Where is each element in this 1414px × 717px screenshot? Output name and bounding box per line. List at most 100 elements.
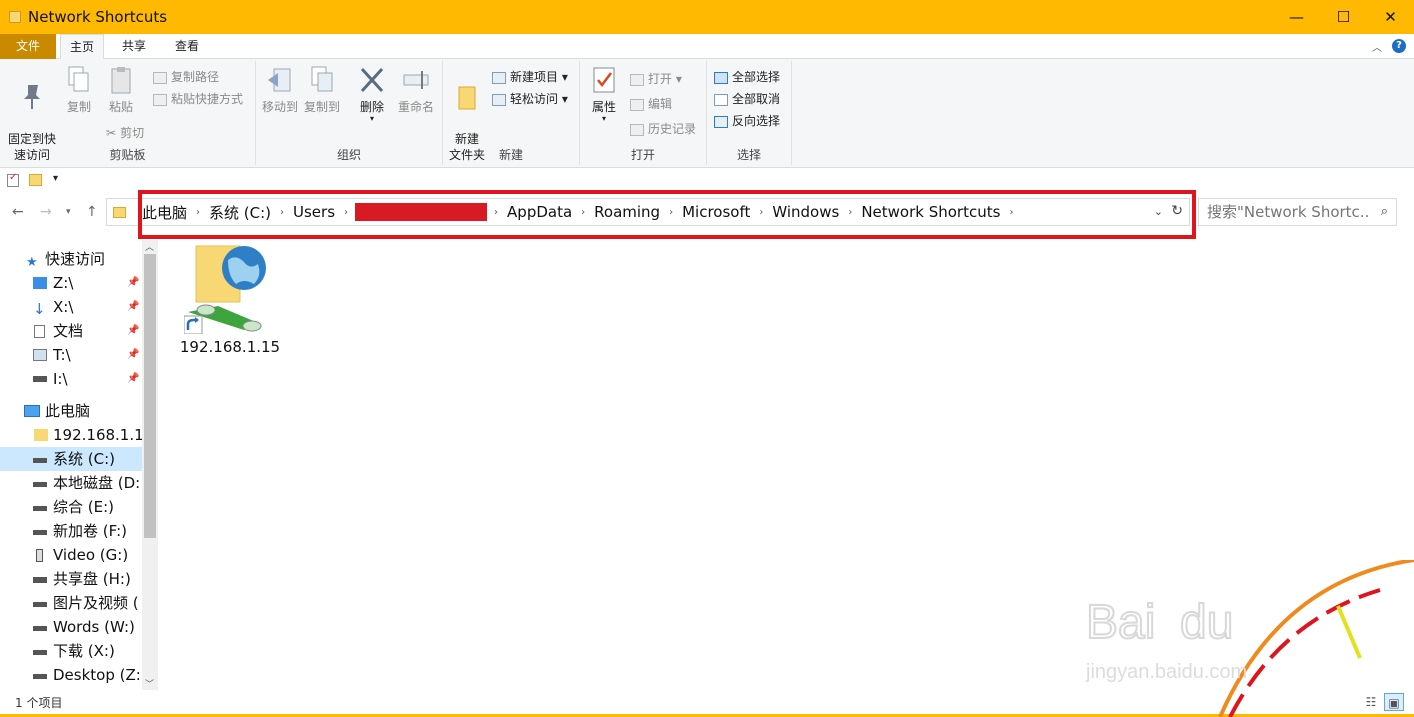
minimize-button[interactable]: —	[1273, 0, 1320, 34]
search-input[interactable]	[1199, 203, 1369, 221]
help-icon[interactable]: ?	[1392, 39, 1406, 53]
pin-icon[interactable]: 📌	[127, 295, 139, 319]
select-none-button[interactable]: 全部取消	[714, 89, 780, 109]
nav-pc-item[interactable]: 下载 (X:)	[0, 639, 142, 663]
copy-path-label: 复制路径	[171, 70, 220, 84]
copy-path-icon	[153, 71, 167, 84]
nav-scrollbar[interactable]: ︿ ﹀	[142, 240, 158, 690]
copy-to-button[interactable]: 复制到	[302, 65, 342, 115]
crumb-microsoft[interactable]: Microsoft	[680, 203, 752, 221]
nav-pc-item[interactable]: 本地磁盘 (D:	[0, 471, 142, 495]
refresh-icon[interactable]: ↻	[1171, 203, 1183, 219]
crumb-redacted-username[interactable]	[355, 203, 488, 221]
up-arrow-icon[interactable]: ↑	[86, 204, 98, 220]
easy-access-button[interactable]: 轻松访问 ▾	[492, 89, 568, 109]
network-shortcut-icon	[184, 242, 270, 334]
delete-button[interactable]: 删除 ▾	[354, 65, 390, 123]
nav-pc-item[interactable]: Words (W:)	[0, 615, 142, 639]
paste-shortcut-button[interactable]: 粘贴快捷方式	[153, 89, 243, 109]
pin-icon[interactable]: 📌	[127, 319, 139, 343]
close-button[interactable]: ✕	[1367, 0, 1414, 34]
back-arrow-icon[interactable]: ←	[12, 204, 24, 220]
search-icon[interactable]: ⌕	[1381, 204, 1388, 219]
properties-qat-icon[interactable]	[7, 172, 19, 187]
customize-qat-dropdown-icon[interactable]: ▾	[53, 173, 58, 184]
nav-pc-item[interactable]: 新加卷 (F:)	[0, 519, 142, 543]
chevron-right-icon[interactable]: ›	[669, 207, 673, 218]
chevron-right-icon[interactable]: ›	[196, 207, 200, 218]
list-item[interactable]: 192.168.1.15	[178, 242, 282, 356]
nav-pc-item-selected[interactable]: 系统 (C:)	[0, 447, 142, 471]
recent-locations-dropdown-icon[interactable]: ▾	[66, 207, 71, 217]
properties-button[interactable]: 属性 ▾	[586, 65, 622, 123]
cut-button[interactable]: ✂ 剪切	[106, 123, 144, 143]
crumb-network-shortcuts[interactable]: Network Shortcuts	[859, 203, 1002, 221]
chevron-right-icon[interactable]: ›	[848, 207, 852, 218]
pin-icon[interactable]: 📌	[127, 367, 139, 391]
nav-pc-item[interactable]: 图片及视频 (	[0, 591, 142, 615]
scroll-up-icon[interactable]: ︿	[145, 240, 154, 253]
nav-item-z[interactable]: Z:\ 📌	[0, 271, 142, 295]
tab-file[interactable]: 文件	[0, 34, 56, 59]
nav-pc-item[interactable]: 共享盘 (H:)	[0, 567, 142, 591]
properties-dropdown-icon[interactable]: ▾	[586, 115, 622, 123]
crumb-appdata[interactable]: AppData	[505, 203, 574, 221]
nav-quick-access[interactable]: ★ 快速访问	[0, 247, 142, 271]
collapse-ribbon-icon[interactable]: ︿	[1372, 39, 1382, 54]
open-button[interactable]: 打开 ▾	[630, 69, 682, 89]
crumb-windows[interactable]: Windows	[770, 203, 841, 221]
nav-item-documents[interactable]: 文档 📌	[0, 319, 142, 343]
invert-selection-button[interactable]: 反向选择	[714, 111, 780, 131]
nav-item-x[interactable]: ↓ X:\ 📌	[0, 295, 142, 319]
new-folder-qat-icon[interactable]	[29, 174, 42, 186]
forward-arrow-icon[interactable]: →	[40, 204, 52, 220]
crumb-users[interactable]: Users	[291, 203, 337, 221]
rename-button[interactable]: 重命名	[394, 65, 438, 115]
pin-icon[interactable]: 📌	[127, 271, 139, 295]
details-view-icon[interactable]: ☷	[1361, 693, 1381, 711]
nav-item-i[interactable]: I:\ 📌	[0, 367, 142, 391]
paste-button[interactable]: 粘贴	[104, 65, 138, 115]
copy-path-button[interactable]: 复制路径	[153, 67, 219, 87]
history-button[interactable]: 历史记录	[630, 119, 696, 139]
nav-pc-item[interactable]: 192.168.1.15	[0, 423, 142, 447]
chevron-right-icon[interactable]: ›	[344, 207, 348, 218]
address-bar[interactable]: 此电脑 › 系统 (C:) › Users › › AppData › Roaming ›…	[106, 198, 1190, 226]
history-icon	[630, 123, 644, 136]
copy-to-label: 复制到	[303, 100, 340, 114]
scroll-thumb[interactable]	[144, 254, 156, 538]
chevron-right-icon[interactable]: ›	[494, 207, 498, 218]
chevron-right-icon[interactable]: ›	[759, 207, 763, 218]
nav-item-label: 系统 (C:)	[53, 450, 115, 468]
tab-share[interactable]: 共享	[112, 34, 156, 59]
nav-item-t[interactable]: T:\ 📌	[0, 343, 142, 367]
new-item-button[interactable]: 新建项目 ▾	[492, 67, 568, 87]
nav-item-label: Words (W:)	[53, 618, 135, 636]
tab-home[interactable]: 主页	[60, 34, 104, 60]
nav-item-label: Z:\	[53, 274, 74, 292]
edit-button[interactable]: 编辑	[630, 94, 672, 114]
nav-pc-item[interactable]: Video (G:)	[0, 543, 142, 567]
nav-this-pc[interactable]: 此电脑	[0, 399, 142, 423]
search-box[interactable]: ⌕	[1198, 198, 1397, 226]
chevron-right-icon[interactable]: ›	[581, 207, 585, 218]
chevron-right-icon[interactable]: ›	[280, 207, 284, 218]
nav-pc-item[interactable]: 综合 (E:)	[0, 495, 142, 519]
delete-dropdown-icon[interactable]: ▾	[354, 115, 390, 123]
maximize-button[interactable]: ☐	[1320, 0, 1367, 34]
address-history-dropdown-icon[interactable]: ⌄	[1154, 205, 1163, 218]
new-item-icon	[492, 71, 506, 84]
copy-button[interactable]: 复制	[62, 65, 96, 115]
move-to-button[interactable]: 移动到	[260, 65, 300, 115]
nav-pc-item[interactable]: Desktop (Z:)	[0, 663, 142, 687]
tab-view[interactable]: 查看	[165, 34, 209, 59]
pin-icon[interactable]: 📌	[127, 343, 139, 367]
crumb-system-c[interactable]: 系统 (C:)	[207, 202, 273, 223]
large-icons-view-icon[interactable]: ▣	[1384, 693, 1404, 711]
crumb-roaming[interactable]: Roaming	[592, 203, 662, 221]
document-icon	[34, 325, 45, 338]
chevron-right-icon[interactable]: ›	[1009, 207, 1013, 218]
crumb-this-pc[interactable]: 此电脑	[140, 202, 189, 223]
select-all-button[interactable]: 全部选择	[714, 67, 780, 87]
scroll-down-icon[interactable]: ﹀	[145, 677, 154, 690]
